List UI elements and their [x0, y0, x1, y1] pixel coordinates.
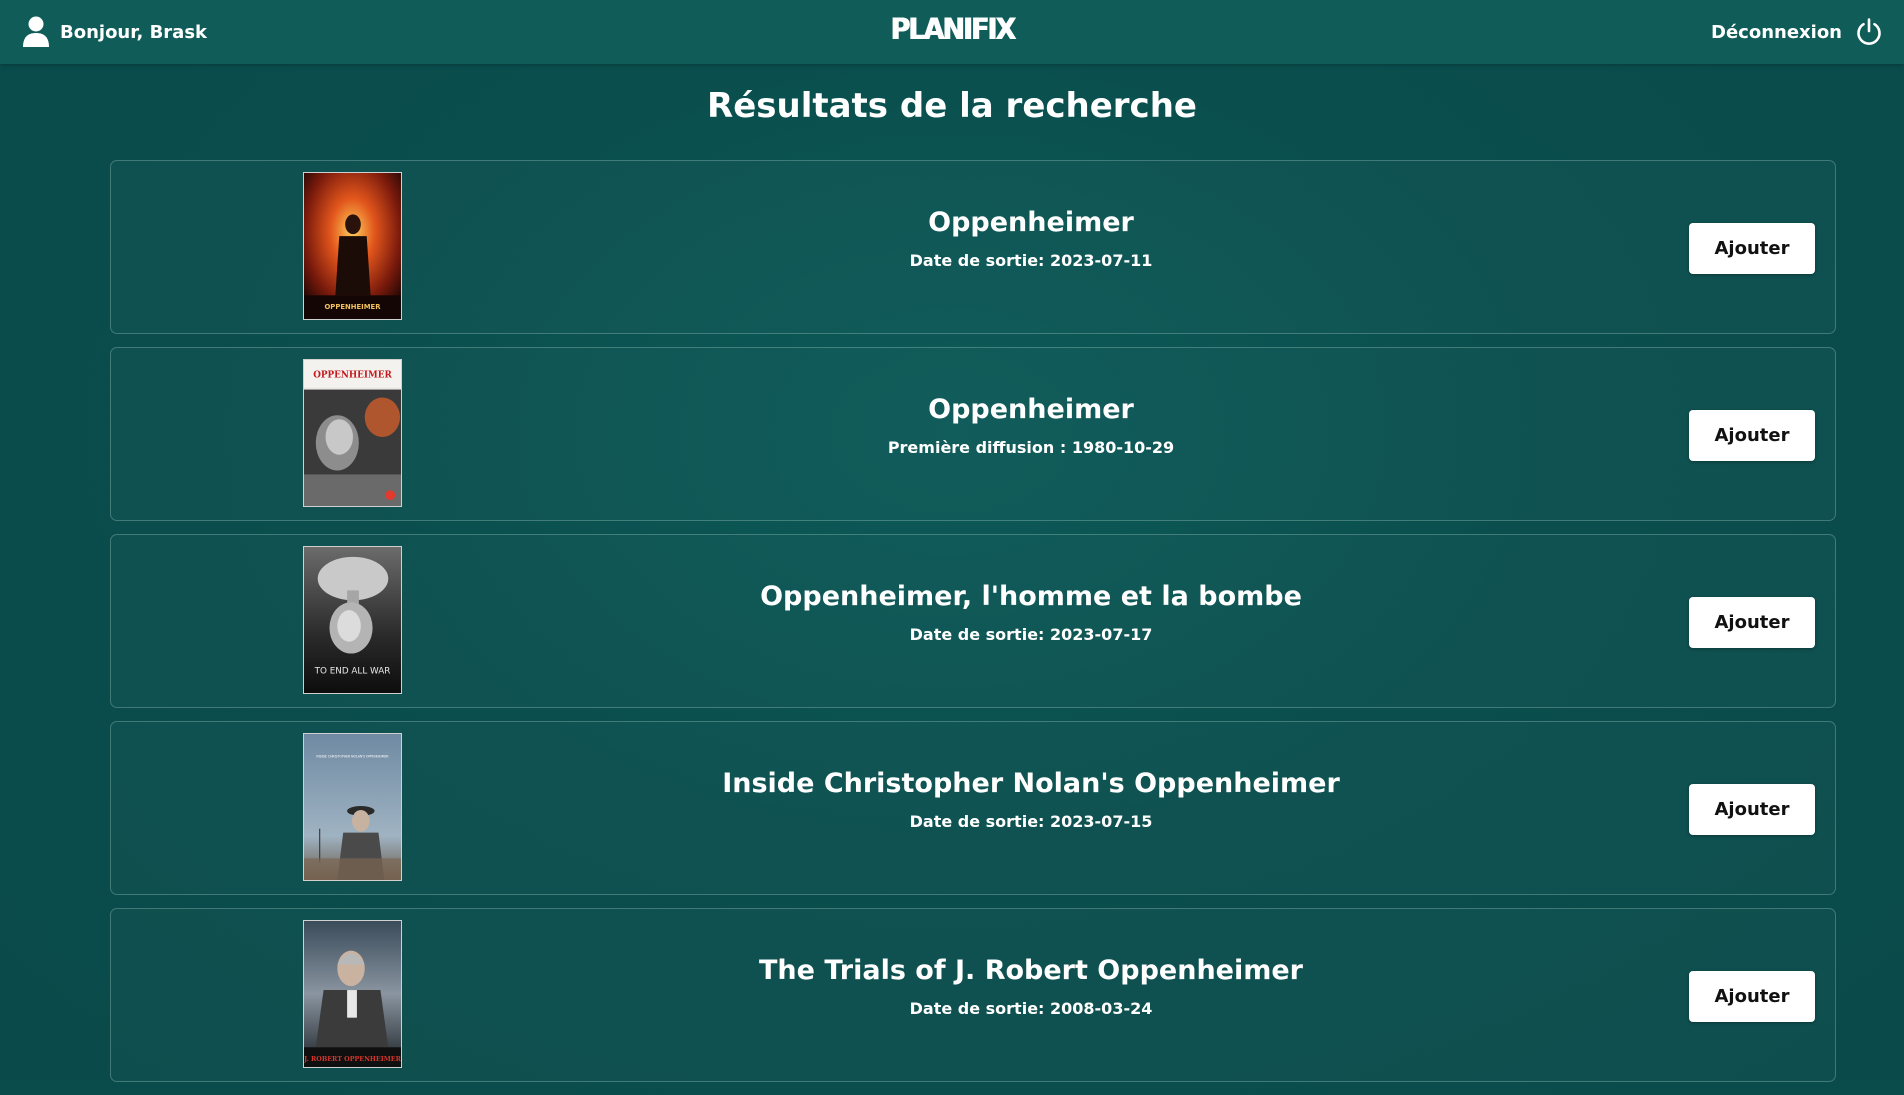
- poster-caption: OPPENHEIMER: [324, 303, 381, 311]
- movie-poster: OPPENHEIMER: [303, 359, 402, 507]
- result-info: Inside Christopher Nolan's Oppenheimer D…: [671, 768, 1391, 831]
- page-title: Résultats de la recherche: [707, 86, 1197, 126]
- poster-caption: J. ROBERT OPPENHEIMER: [304, 1055, 401, 1063]
- result-date: Date de sortie: 2023-07-11: [909, 251, 1153, 270]
- result-info: Oppenheimer Date de sortie: 2023-07-11: [671, 207, 1391, 270]
- add-button[interactable]: Ajouter: [1689, 971, 1815, 1022]
- result-title: Oppenheimer: [928, 207, 1134, 238]
- logout-label: Déconnexion: [1711, 21, 1842, 43]
- add-button[interactable]: Ajouter: [1689, 223, 1815, 274]
- result-date: Date de sortie: 2008-03-24: [909, 999, 1153, 1018]
- result-title: Oppenheimer: [928, 394, 1134, 425]
- top-bar: Bonjour, Brask PLANIFIX Déconnexion: [0, 0, 1904, 64]
- result-title: Inside Christopher Nolan's Oppenheimer: [722, 768, 1340, 799]
- result-info: Oppenheimer, l'homme et la bombe Date de…: [671, 581, 1391, 644]
- add-button[interactable]: Ajouter: [1689, 597, 1815, 648]
- result-card: J. ROBERT OPPENHEIMER The Trials of J. R…: [110, 908, 1836, 1082]
- result-title: The Trials of J. Robert Oppenheimer: [758, 955, 1303, 986]
- result-card: TO END ALL WAR Oppenheimer, l'homme et l…: [110, 534, 1836, 708]
- logout-button[interactable]: Déconnexion: [1711, 14, 1884, 50]
- results-list: OPPENHEIMER Oppenheimer Date de sortie: …: [110, 160, 1836, 1095]
- result-title: Oppenheimer, l'homme et la bombe: [760, 581, 1302, 612]
- result-card: OPPENHEIMER Oppenheimer Date de sortie: …: [110, 160, 1836, 334]
- poster-caption: TO END ALL WAR: [314, 666, 391, 676]
- movie-poster: TO END ALL WAR: [303, 546, 402, 694]
- movie-poster: INSIDE CHRISTOPHER NOLAN'S OPPENHEIMER: [303, 733, 402, 881]
- movie-poster: OPPENHEIMER: [303, 172, 402, 320]
- result-date: Date de sortie: 2023-07-15: [909, 812, 1153, 831]
- result-card: OPPENHEIMER Oppenheimer Première diffusi…: [110, 347, 1836, 521]
- add-button[interactable]: Ajouter: [1689, 410, 1815, 461]
- result-info: Oppenheimer Première diffusion : 1980-10…: [671, 394, 1391, 457]
- poster-caption: INSIDE CHRISTOPHER NOLAN'S OPPENHEIMER: [316, 755, 389, 759]
- result-date: Date de sortie: 2023-07-17: [909, 625, 1153, 644]
- result-info: The Trials of J. Robert Oppenheimer Date…: [671, 955, 1391, 1018]
- poster-caption: OPPENHEIMER: [313, 371, 392, 381]
- app-logo[interactable]: PLANIFIX: [0, 12, 1904, 46]
- result-card: INSIDE CHRISTOPHER NOLAN'S OPPENHEIMER I…: [110, 721, 1836, 895]
- result-date: Première diffusion : 1980-10-29: [887, 438, 1175, 457]
- power-icon: [1857, 18, 1881, 45]
- add-button[interactable]: Ajouter: [1689, 784, 1815, 835]
- movie-poster: J. ROBERT OPPENHEIMER: [303, 920, 402, 1068]
